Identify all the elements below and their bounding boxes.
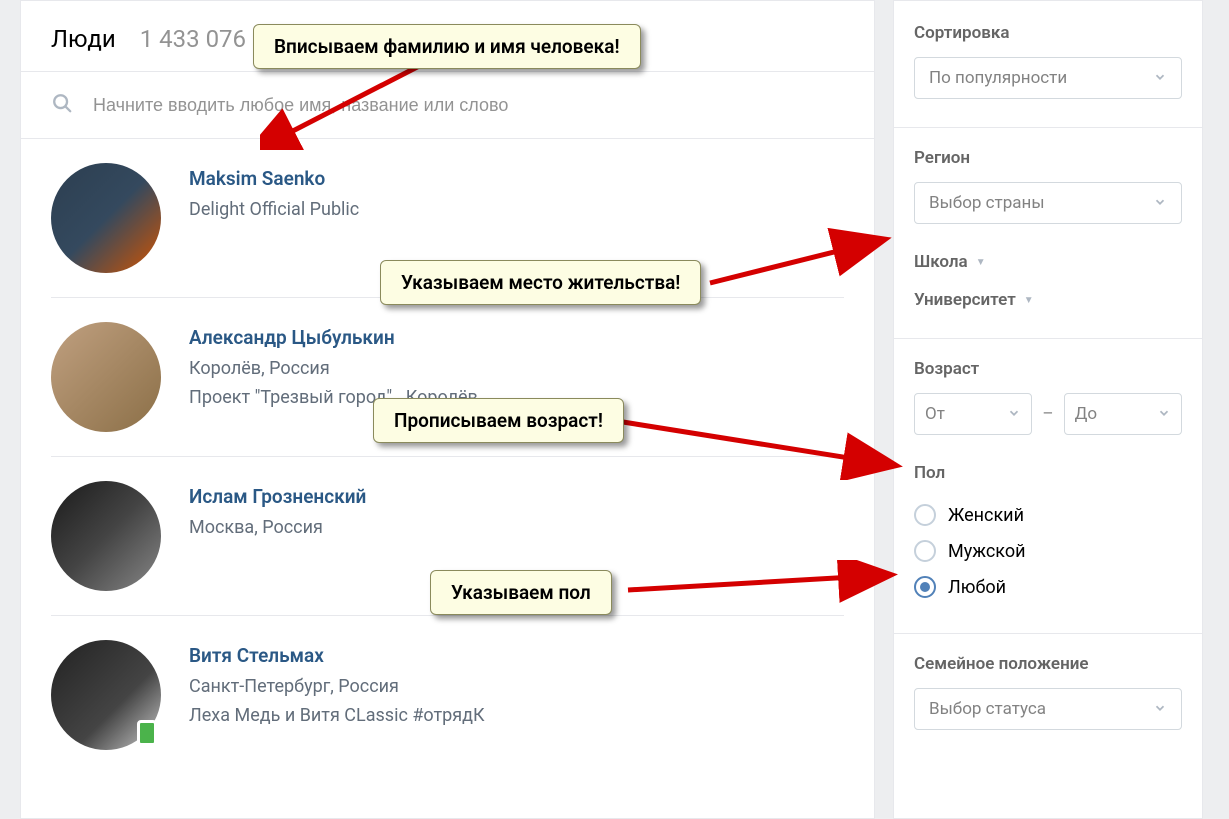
dropdown-value: Выбор страны [929,193,1045,213]
filter-sort: Сортировка По популярности [914,23,1182,99]
result-meta: Москва, Россия [189,514,366,543]
divider [894,338,1202,339]
chevron-down-icon [1153,69,1167,88]
search-input[interactable] [93,95,844,116]
dropdown-value: От [925,404,945,424]
dropdown-value: До [1075,404,1097,424]
gender-female-radio[interactable]: Женский [914,497,1182,533]
avatar[interactable] [51,322,161,432]
filters-sidebar: Сортировка По популярности Регион Выбор … [893,0,1203,819]
result-item: Витя Стельмах Санкт-Петербург, Россия Ле… [51,616,844,774]
callout-name: Вписываем фамилию и имя человека! [253,24,641,69]
callout-gender: Указываем пол [430,570,612,615]
divider [894,127,1202,128]
radio-label: Любой [948,577,1006,598]
result-name-link[interactable]: Ислам Грозненский [189,485,366,508]
filter-label-text: Школа [914,252,968,272]
radio-icon [914,540,936,562]
filter-label: Регион [914,148,1182,168]
result-name-link[interactable]: Maksim Saenko [189,167,359,190]
callout-residence: Указываем место жительства! [380,260,701,305]
result-list: Maksim Saenko Delight Official Public Ал… [21,139,874,774]
radio-label: Женский [948,505,1024,526]
marital-dropdown[interactable]: Выбор статуса [914,688,1182,730]
avatar[interactable] [51,640,161,750]
result-meta: Санкт-Петербург, Россия [189,673,485,702]
chevron-down-icon [1157,405,1171,424]
result-meta: Delight Official Public [189,196,359,225]
filter-gender: Пол Женский Мужской Любой [914,463,1182,605]
callout-age: Прописываем возраст! [373,398,624,443]
divider [894,633,1202,634]
radio-icon-selected [914,576,936,598]
age-to-dropdown[interactable]: До [1064,393,1182,435]
age-row: От – До [914,393,1182,435]
dropdown-value: По популярности [929,68,1067,88]
filter-label: Возраст [914,359,1182,379]
radio-icon [914,504,936,526]
result-meta: Леха Медь и Витя CLassic #отрядК [189,702,485,731]
gender-radio-group: Женский Мужской Любой [914,497,1182,605]
age-dash: – [1042,404,1053,424]
radio-label: Мужской [948,541,1025,562]
chevron-down-icon [1153,194,1167,213]
chevron-down-icon [1153,700,1167,719]
filter-age: Возраст От – До [914,359,1182,435]
result-name-link[interactable]: Александр Цыбулькин [189,326,478,349]
search-icon [51,92,73,118]
filter-label: Семейное положение [914,654,1182,674]
region-dropdown[interactable]: Выбор страны [914,182,1182,224]
gender-male-radio[interactable]: Мужской [914,533,1182,569]
filter-region: Регион Выбор страны [914,148,1182,224]
page-title: Люди [51,25,116,53]
filter-school-expand[interactable]: Школа ▼ [914,252,1182,272]
filter-label-text: Университет [914,290,1016,310]
results-count: 1 433 076 [140,25,246,53]
dropdown-value: Выбор статуса [929,699,1046,719]
filter-label: Пол [914,463,1182,483]
result-name-link[interactable]: Витя Стельмах [189,644,485,667]
result-info: Maksim Saenko Delight Official Public [189,163,359,225]
avatar[interactable] [51,163,161,273]
online-mobile-icon [137,720,157,746]
result-meta: Королёв, Россия [189,355,478,384]
caret-down-icon: ▼ [1024,295,1034,306]
sort-dropdown[interactable]: По популярности [914,57,1182,99]
filter-university-expand[interactable]: Университет ▼ [914,290,1182,310]
filter-label: Сортировка [914,23,1182,43]
search-row [21,72,874,139]
avatar[interactable] [51,481,161,591]
result-info: Витя Стельмах Санкт-Петербург, Россия Ле… [189,640,485,731]
result-info: Ислам Грозненский Москва, Россия [189,481,366,543]
caret-down-icon: ▼ [976,257,986,268]
age-from-dropdown[interactable]: От [914,393,1032,435]
filter-marital: Семейное положение Выбор статуса [914,654,1182,730]
gender-any-radio[interactable]: Любой [914,569,1182,605]
chevron-down-icon [1007,405,1021,424]
